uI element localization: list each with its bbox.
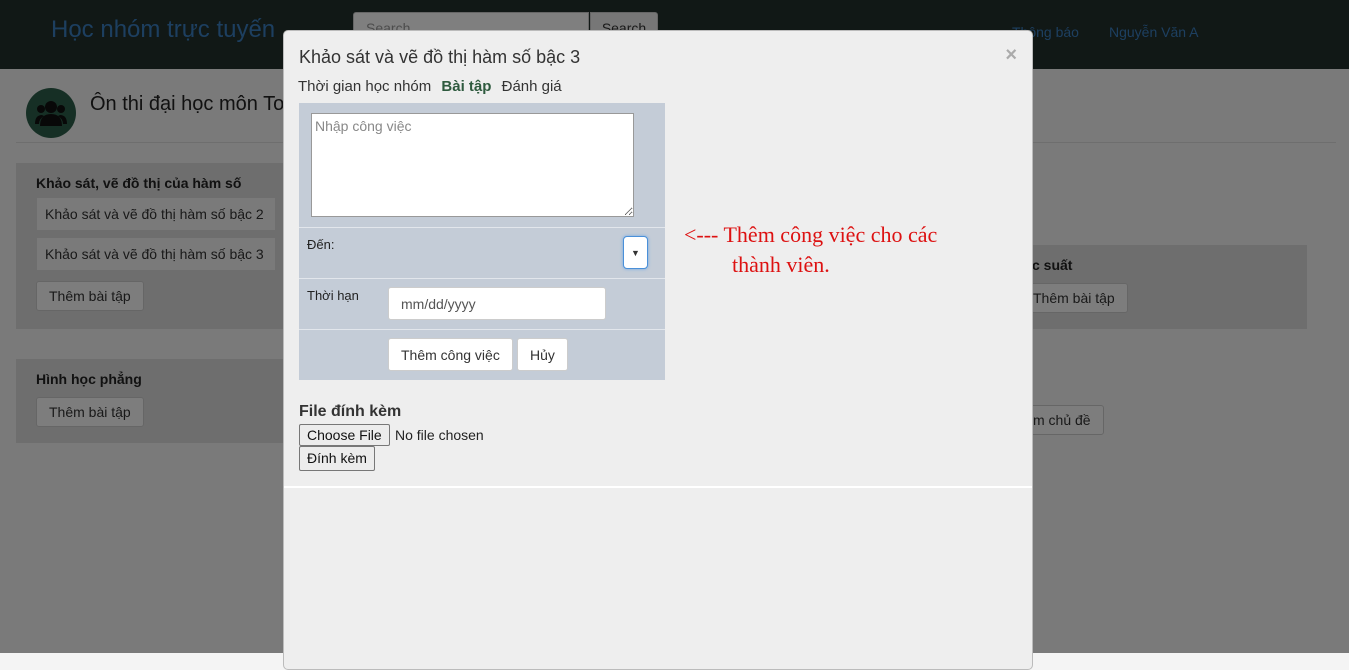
annotation-note: <--- Thêm công việc cho các thành viên. [684, 220, 937, 280]
attachment-label: File đính kèm [299, 403, 402, 420]
task-input[interactable] [311, 113, 634, 217]
attach-button[interactable]: Đính kèm [299, 446, 375, 471]
assignee-row: Đến: ▼ [299, 227, 665, 278]
actions-row: Thêm công việc Hủy [299, 329, 665, 381]
annotation-line-2: thành viên. [732, 252, 830, 277]
tab-review[interactable]: Đánh giá [502, 78, 562, 95]
deadline-date-input[interactable]: mm/dd/yyyy [388, 287, 606, 320]
cancel-button[interactable]: Hủy [517, 338, 568, 371]
dropdown-arrow-icon: ▼ [631, 248, 640, 258]
tab-exercises[interactable]: Bài tập [441, 78, 491, 95]
tab-schedule[interactable]: Thời gian học nhóm [298, 78, 431, 95]
modal-title: Khảo sát và vẽ đồ thị hàm số bậc 3 [299, 47, 581, 67]
deadline-row: Thời hạn mm/dd/yyyy [299, 278, 665, 329]
file-status: No file chosen [395, 427, 484, 443]
modal-tabs: Thời gian học nhóm Bài tập Đánh giá [298, 78, 568, 95]
deadline-label: Thời hạn [307, 288, 359, 303]
modal-dialog: Khảo sát và vẽ đồ thị hàm số bậc 3 × Thờ… [283, 30, 1033, 670]
choose-file-button[interactable]: Choose File [299, 424, 390, 446]
add-task-button[interactable]: Thêm công việc [388, 338, 513, 371]
annotation-line-1: <--- Thêm công việc cho các [684, 222, 938, 247]
modal-divider [284, 486, 1032, 488]
close-icon[interactable]: × [1005, 44, 1017, 67]
task-form: Đến: ▼ Thời hạn mm/dd/yyyy Thêm công việ… [299, 103, 665, 380]
assignee-select[interactable]: ▼ [623, 236, 648, 269]
assignee-label: Đến: [307, 237, 335, 252]
